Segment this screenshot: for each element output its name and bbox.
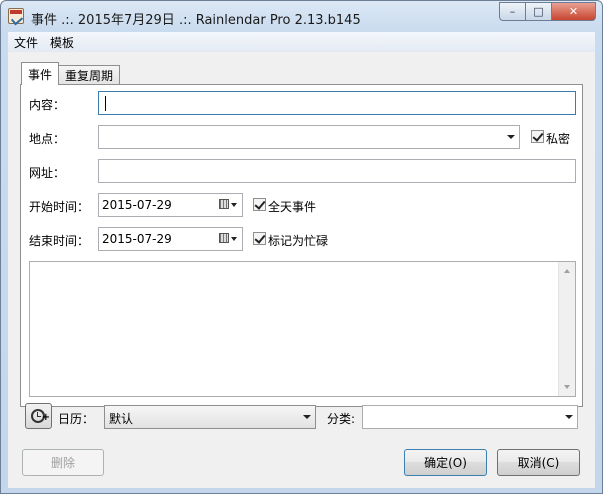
maximize-button[interactable]: □ (526, 2, 552, 21)
end-date-picker[interactable]: 2015-07-29 (98, 227, 243, 251)
dialog-client-area: 事件 重复周期 内容： 地点： 私密 网址： 开始时间： 2015-07-29 … (8, 52, 595, 488)
chevron-down-icon (231, 203, 237, 207)
notes-scrollbar[interactable] (558, 262, 575, 396)
minimize-icon: – (509, 5, 516, 18)
location-label: 地点： (29, 132, 66, 146)
content-label: 内容： (29, 98, 66, 112)
notes-textarea[interactable] (29, 261, 576, 397)
event-dialog-window: 事件 .:. 2015年7月29日 .:. Rainlendar Pro 2.1… (0, 0, 603, 494)
calendar-icon (219, 233, 229, 243)
allday-label: 全天事件 (268, 200, 317, 214)
tab-strip: 事件 重复周期 (21, 62, 121, 85)
chevron-down-icon (231, 237, 237, 241)
allday-checkbox[interactable] (253, 198, 266, 211)
private-checkbox[interactable] (531, 130, 544, 143)
delete-button[interactable]: 删除 (22, 449, 104, 476)
end-date-value: 2015-07-29 (102, 232, 172, 246)
location-combobox[interactable] (98, 125, 520, 149)
cancel-button[interactable]: 取消(C) (497, 449, 580, 476)
close-icon: ✕ (568, 5, 579, 18)
start-time-label: 开始时间： (29, 200, 90, 214)
window-controls: – □ ✕ (499, 2, 596, 21)
category-label: 分类: (327, 412, 356, 426)
menu-bar: 文件 模板 (8, 32, 595, 52)
app-calendar-icon (8, 8, 24, 24)
end-date-dropdown[interactable] (217, 231, 239, 247)
start-date-value: 2015-07-29 (102, 198, 172, 212)
category-combobox[interactable] (362, 405, 578, 429)
url-input[interactable] (98, 159, 576, 183)
calendar-label: 日历： (58, 412, 95, 426)
scroll-down-icon[interactable] (564, 385, 570, 389)
busy-label: 标记为忙碌 (268, 234, 329, 248)
calendar-select[interactable]: 默认 (104, 405, 316, 429)
menu-template[interactable]: 模板 (50, 34, 74, 51)
calendar-select-value: 默认 (109, 412, 134, 426)
tab-recurrence[interactable]: 重复周期 (58, 65, 121, 85)
tab-event[interactable]: 事件 (21, 62, 60, 85)
alarm-button[interactable]: + (25, 403, 52, 429)
plus-icon: + (41, 412, 50, 423)
url-label: 网址： (29, 166, 66, 180)
maximize-icon: □ (533, 5, 544, 18)
start-date-dropdown[interactable] (217, 197, 239, 213)
private-label: 私密 (546, 132, 571, 146)
minimize-button[interactable]: – (499, 2, 526, 21)
start-date-picker[interactable]: 2015-07-29 (98, 193, 243, 217)
close-button[interactable]: ✕ (552, 2, 596, 21)
event-tab-panel: 内容： 地点： 私密 网址： 开始时间： 2015-07-29 全天事件 结束时… (20, 84, 583, 407)
chevron-down-icon (565, 415, 573, 419)
ok-button[interactable]: 确定(O) (404, 449, 487, 476)
title-bar[interactable]: 事件 .:. 2015年7月29日 .:. Rainlendar Pro 2.1… (1, 1, 602, 31)
calendar-icon (219, 199, 229, 209)
window-title: 事件 .:. 2015年7月29日 .:. Rainlendar Pro 2.1… (31, 13, 361, 28)
scroll-up-icon[interactable] (564, 269, 570, 273)
content-input[interactable] (98, 91, 576, 115)
chevron-down-icon (303, 415, 311, 419)
chevron-down-icon (507, 135, 515, 139)
menu-file[interactable]: 文件 (14, 34, 38, 51)
busy-checkbox[interactable] (253, 232, 266, 245)
end-time-label: 结束时间： (29, 234, 90, 248)
text-caret (105, 96, 106, 111)
